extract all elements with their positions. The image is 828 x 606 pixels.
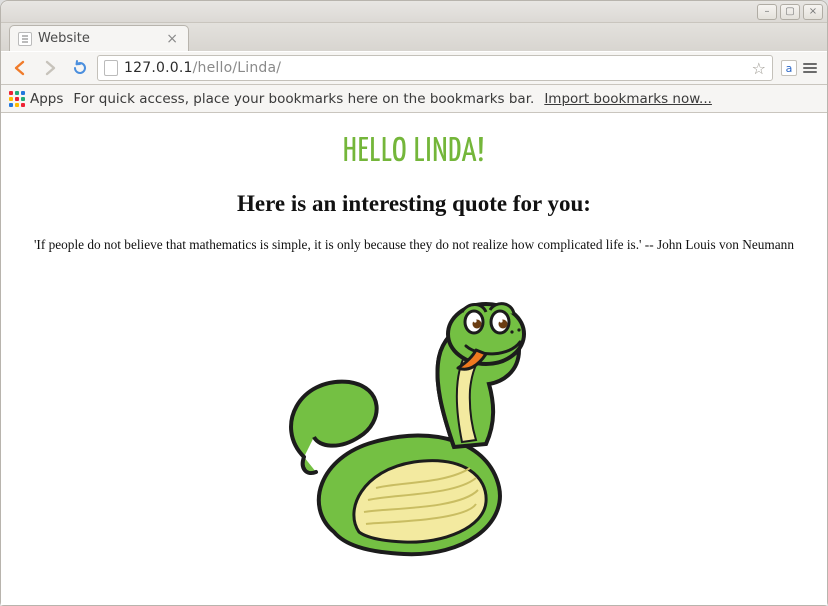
toolbar: 127.0.0.1/hello/Linda/ ☆ a xyxy=(1,51,827,85)
back-button[interactable] xyxy=(7,55,33,81)
url-path: /hello/Linda/ xyxy=(193,60,282,76)
browser-window: – ▢ × Website × 127.0.0.1/hello/Linda/ ☆ xyxy=(0,0,828,606)
window-minimize-button[interactable]: – xyxy=(757,4,777,20)
apps-grid-icon xyxy=(9,91,25,107)
address-bar[interactable]: 127.0.0.1/hello/Linda/ ☆ xyxy=(97,55,773,81)
page-heading: Hello Linda! xyxy=(21,135,807,169)
page-quote: 'If people do not believe that mathemati… xyxy=(24,235,804,254)
page-subheading: Here is an interesting quote for you: xyxy=(21,191,807,217)
page-viewport: Hello Linda! Here is an interesting quot… xyxy=(1,113,827,605)
snake-icon xyxy=(264,272,564,572)
snake-illustration xyxy=(21,272,807,572)
window-maximize-button[interactable]: ▢ xyxy=(780,4,800,20)
url-text: 127.0.0.1/hello/Linda/ xyxy=(124,60,281,76)
window-close-button[interactable]: × xyxy=(803,4,823,20)
tab-strip: Website × xyxy=(1,23,827,51)
tab-close-button[interactable]: × xyxy=(164,31,180,47)
apps-button[interactable]: Apps xyxy=(9,91,63,107)
menu-button[interactable] xyxy=(799,57,821,79)
page-favicon-icon xyxy=(18,32,32,46)
apps-label: Apps xyxy=(30,91,63,107)
window-titlebar: – ▢ × xyxy=(1,1,827,23)
import-bookmarks-link[interactable]: Import bookmarks now... xyxy=(544,91,712,107)
forward-button[interactable] xyxy=(37,55,63,81)
tab-active[interactable]: Website × xyxy=(9,25,189,51)
url-host: 127.0.0.1 xyxy=(124,60,193,76)
bookmarks-hint-text: For quick access, place your bookmarks h… xyxy=(73,91,534,107)
page-icon xyxy=(104,60,118,76)
reload-button[interactable] xyxy=(67,55,93,81)
tab-title: Website xyxy=(38,31,158,46)
bookmarks-bar: Apps For quick access, place your bookma… xyxy=(1,85,827,113)
toolbar-right-controls: a xyxy=(781,57,821,79)
bookmark-star-icon[interactable]: ☆ xyxy=(752,59,766,78)
translate-button[interactable]: a xyxy=(781,60,797,76)
